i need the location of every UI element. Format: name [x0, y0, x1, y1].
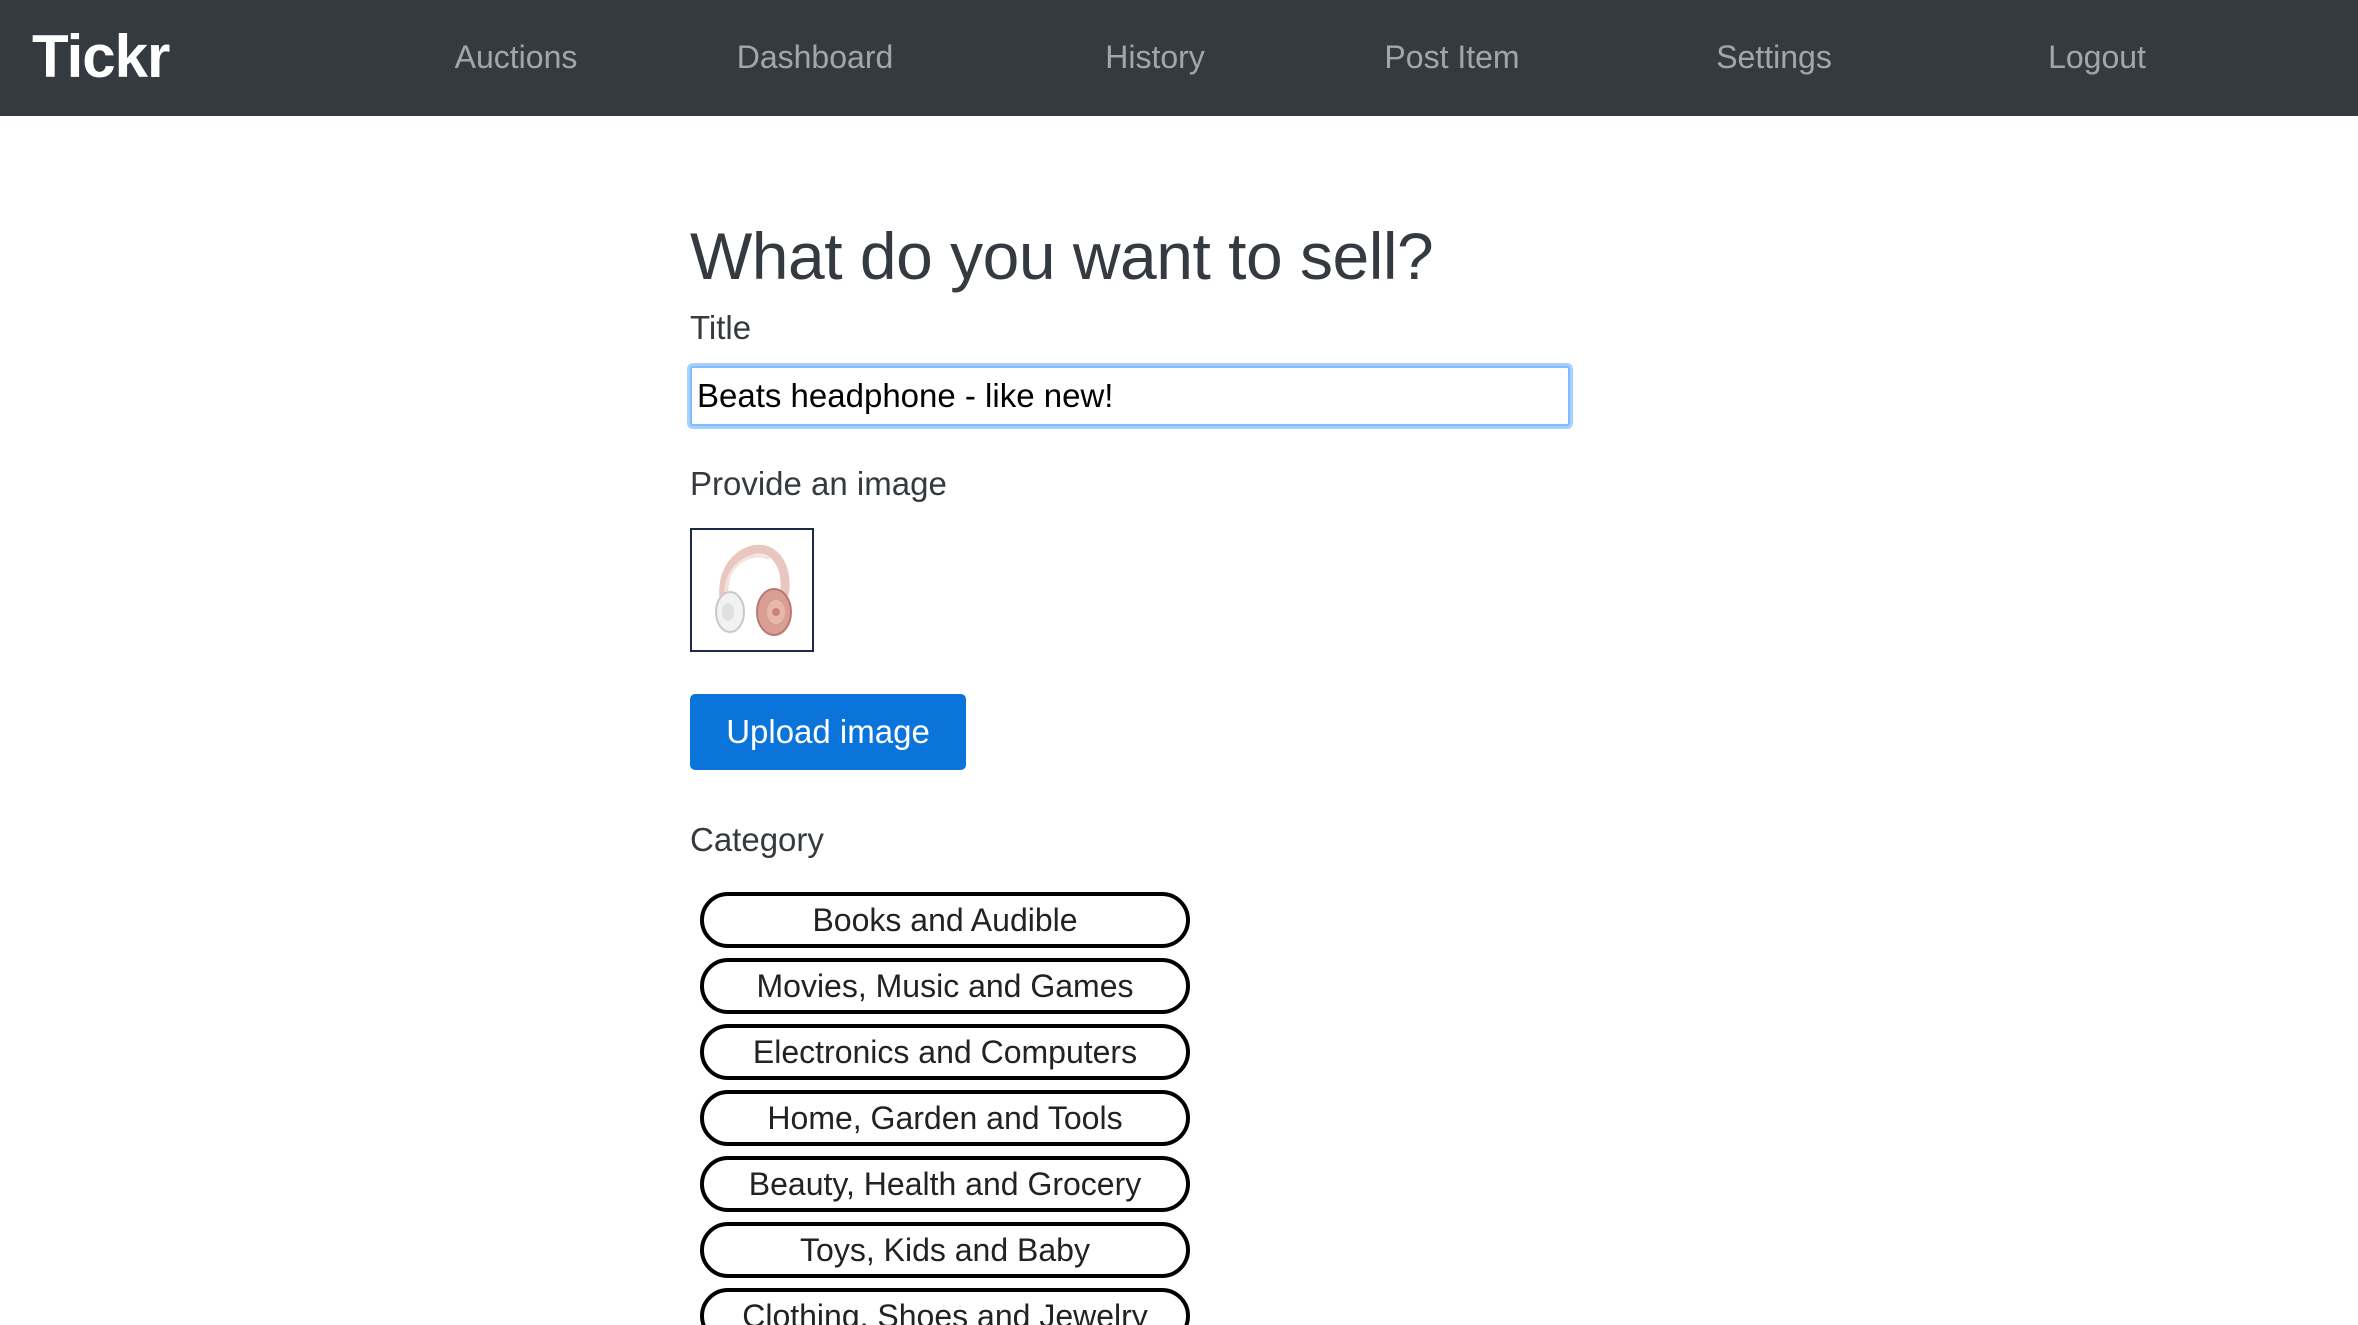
- category-list: Books and Audible Movies, Music and Game…: [700, 892, 1190, 1325]
- nav-auctions[interactable]: Auctions: [455, 36, 578, 78]
- page-title: What do you want to sell?: [690, 219, 1434, 293]
- nav-logout[interactable]: Logout: [2048, 36, 2146, 78]
- title-input[interactable]: [690, 366, 1570, 426]
- category-books-audible[interactable]: Books and Audible: [700, 892, 1190, 948]
- upload-image-button[interactable]: Upload image: [690, 694, 966, 770]
- nav-settings[interactable]: Settings: [1716, 36, 1832, 78]
- category-toys-kids-baby[interactable]: Toys, Kids and Baby: [700, 1222, 1190, 1278]
- category-clothing-shoes-jewelry[interactable]: Clothing, Shoes and Jewelry: [700, 1288, 1190, 1325]
- category-label: Category: [690, 821, 824, 858]
- category-beauty-health-grocery[interactable]: Beauty, Health and Grocery: [700, 1156, 1190, 1212]
- title-label: Title: [690, 309, 752, 346]
- brand-logo[interactable]: Tickr: [32, 24, 170, 90]
- top-navbar: Tickr Auctions Dashboard History Post It…: [0, 0, 2358, 116]
- headphones-image: [692, 530, 812, 650]
- nav-dashboard[interactable]: Dashboard: [737, 36, 894, 78]
- item-image-thumbnail: [690, 528, 814, 652]
- nav-history[interactable]: History: [1105, 36, 1205, 78]
- nav-post-item[interactable]: Post Item: [1384, 36, 1519, 78]
- category-home-garden-tools[interactable]: Home, Garden and Tools: [700, 1090, 1190, 1146]
- category-movies-music-games[interactable]: Movies, Music and Games: [700, 958, 1190, 1014]
- category-electronics-computers[interactable]: Electronics and Computers: [700, 1024, 1190, 1080]
- image-label: Provide an image: [690, 465, 947, 502]
